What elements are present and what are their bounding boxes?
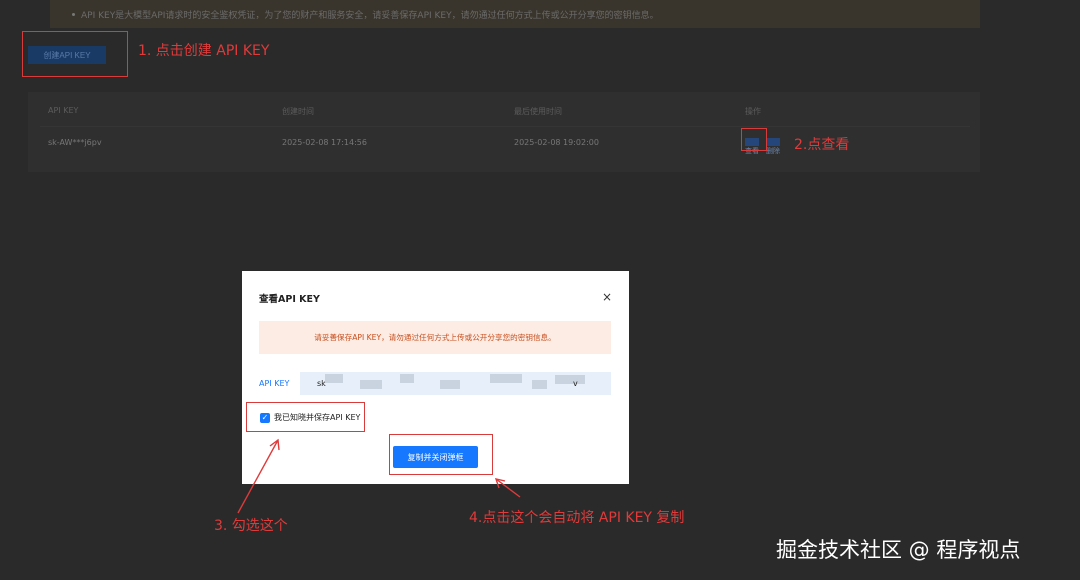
annotation-step4: 4.点击这个会自动将 API KEY 复制 bbox=[469, 510, 685, 526]
api-key-label: API KEY bbox=[259, 379, 290, 388]
redacted-block bbox=[440, 380, 460, 389]
annotation-step3: 3. 勾选这个 bbox=[214, 518, 288, 534]
modal-title: 查看API KEY bbox=[259, 294, 320, 305]
api-key-suffix: v bbox=[573, 379, 578, 388]
redacted-block bbox=[555, 375, 585, 384]
redacted-block bbox=[360, 380, 382, 389]
warning-banner: 请妥善保存API KEY，请勿通过任何方式上传或公开分享您的密钥信息。 bbox=[259, 321, 611, 354]
delete-link-label: 删除 bbox=[766, 147, 780, 155]
warning-text: 请妥善保存API KEY，请勿通过任何方式上传或公开分享您的密钥信息。 bbox=[314, 333, 556, 342]
row-created-time: 2025-02-08 17:14:56 bbox=[282, 138, 367, 147]
column-header-created: 创建时间 bbox=[282, 107, 314, 116]
bullet-icon bbox=[72, 12, 75, 16]
annotation-box-copy bbox=[389, 434, 493, 475]
redacted-block bbox=[325, 374, 343, 383]
redacted-block bbox=[490, 374, 522, 383]
column-header-actions: 操作 bbox=[745, 107, 761, 116]
annotation-box-create bbox=[22, 31, 128, 77]
close-icon[interactable]: × bbox=[600, 290, 614, 304]
column-header-last-used: 最后使用时间 bbox=[514, 107, 562, 116]
annotation-box-acknowledge bbox=[246, 402, 365, 432]
watermark: 掘金技术社区 @ 程序视点 bbox=[776, 538, 1021, 562]
redacted-block bbox=[532, 380, 547, 389]
row-last-used-time: 2025-02-08 19:02:00 bbox=[514, 138, 599, 147]
column-header-api-key: API KEY bbox=[48, 106, 79, 115]
delete-link[interactable]: 删除 bbox=[766, 138, 780, 155]
redacted-block bbox=[400, 374, 414, 383]
api-key-table bbox=[28, 92, 980, 172]
api-key-notice: API KEY是大模型API请求时的安全鉴权凭证，为了您的财产和服务安全，请妥善… bbox=[50, 0, 980, 28]
annotation-step1: 1. 点击创建 API KEY bbox=[138, 43, 270, 59]
notice-text: API KEY是大模型API请求时的安全鉴权凭证，为了您的财产和服务安全，请妥善… bbox=[81, 10, 659, 21]
table-divider bbox=[40, 126, 970, 127]
annotation-box-view bbox=[741, 128, 767, 151]
row-api-key: sk-AW***j6pv bbox=[48, 138, 102, 147]
api-key-field[interactable]: sk v bbox=[300, 372, 611, 395]
annotation-step2: 2.点查看 bbox=[794, 137, 850, 153]
